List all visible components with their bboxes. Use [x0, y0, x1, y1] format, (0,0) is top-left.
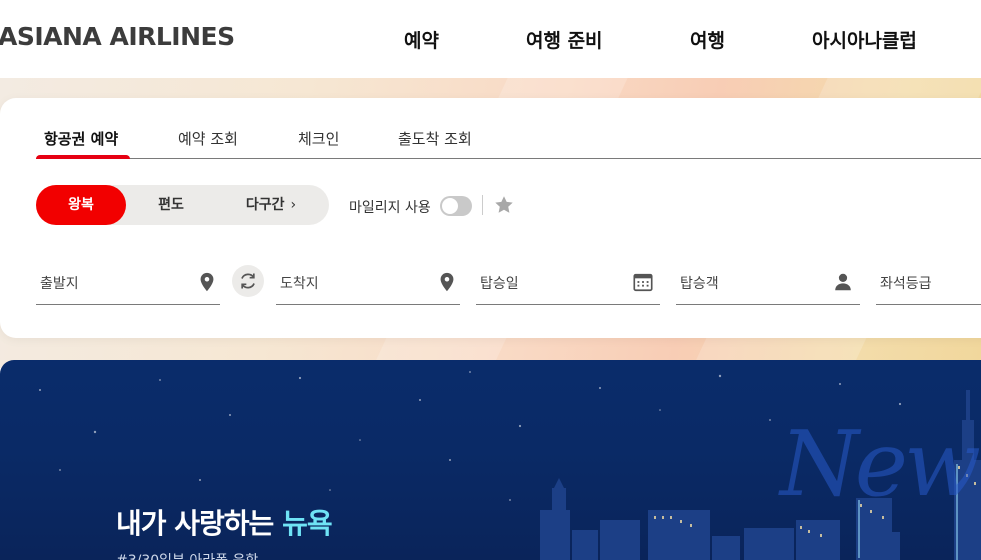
hero-script-text: New [780, 412, 981, 517]
mileage-toggle[interactable] [440, 196, 472, 216]
departure-date-field[interactable]: 탑승일 [476, 262, 660, 305]
swap-arrows-icon [241, 273, 255, 289]
multi-city-label: 다구간 [245, 197, 285, 213]
nav-travel-prep[interactable]: 여행 준비 [526, 26, 603, 53]
passengers-field[interactable]: 탑승객 [676, 262, 860, 305]
hero-title: 내가 사랑하는 뉴욕 [116, 502, 333, 542]
hero-title-main: 내가 사랑하는 [116, 507, 274, 540]
nav-reservation[interactable]: 예약 [404, 26, 439, 53]
map-pin-icon [436, 270, 458, 294]
tab-flight-booking[interactable]: 항공권 예약 [44, 128, 118, 149]
destination-field[interactable]: 도착지 [276, 262, 460, 305]
toggle-knob [442, 198, 458, 214]
brand-logo[interactable]: ASIANA AIRLINES [0, 22, 235, 51]
person-icon [832, 270, 854, 294]
trip-one-way-button[interactable]: 편도 [126, 185, 216, 225]
chevron-right-icon: › [290, 197, 297, 213]
origin-field[interactable]: 출발지 [36, 262, 220, 305]
divider [482, 195, 483, 215]
cabin-class-field[interactable]: 좌석등급 [876, 262, 981, 305]
passengers-label: 탑승객 [680, 276, 719, 292]
mileage-label: 마일리지 사용 [349, 200, 431, 216]
tabs-divider [36, 158, 981, 159]
tab-check-in[interactable]: 체크인 [298, 128, 339, 149]
date-label: 탑승일 [480, 276, 519, 292]
nav-asiana-club[interactable]: 아시아나클럽 [812, 26, 917, 53]
trip-multi-city-button[interactable]: 다구간 › [226, 185, 316, 225]
active-tab-indicator [36, 155, 130, 159]
trip-round-trip-button[interactable]: 왕복 [36, 185, 126, 225]
site-header: ASIANA AIRLINES 예약 여행 준비 여행 아시아나클럽 [0, 0, 981, 78]
cabin-label: 좌석등급 [880, 276, 932, 292]
calendar-icon [632, 270, 654, 294]
nav-travel[interactable]: 여행 [690, 26, 725, 53]
hero-title-accent: 뉴욕 [282, 507, 333, 540]
origin-label: 출발지 [40, 276, 79, 292]
tab-flight-status[interactable]: 출도착 조회 [398, 128, 472, 149]
map-pin-icon [196, 270, 218, 294]
hero-subtitle: #3/30일부 아라폴 운항 [116, 550, 258, 560]
swap-airports-button[interactable] [232, 265, 264, 297]
tab-reservation-lookup[interactable]: 예약 조회 [178, 128, 238, 149]
destination-label: 도착지 [280, 276, 319, 292]
star-icon[interactable] [493, 194, 515, 216]
